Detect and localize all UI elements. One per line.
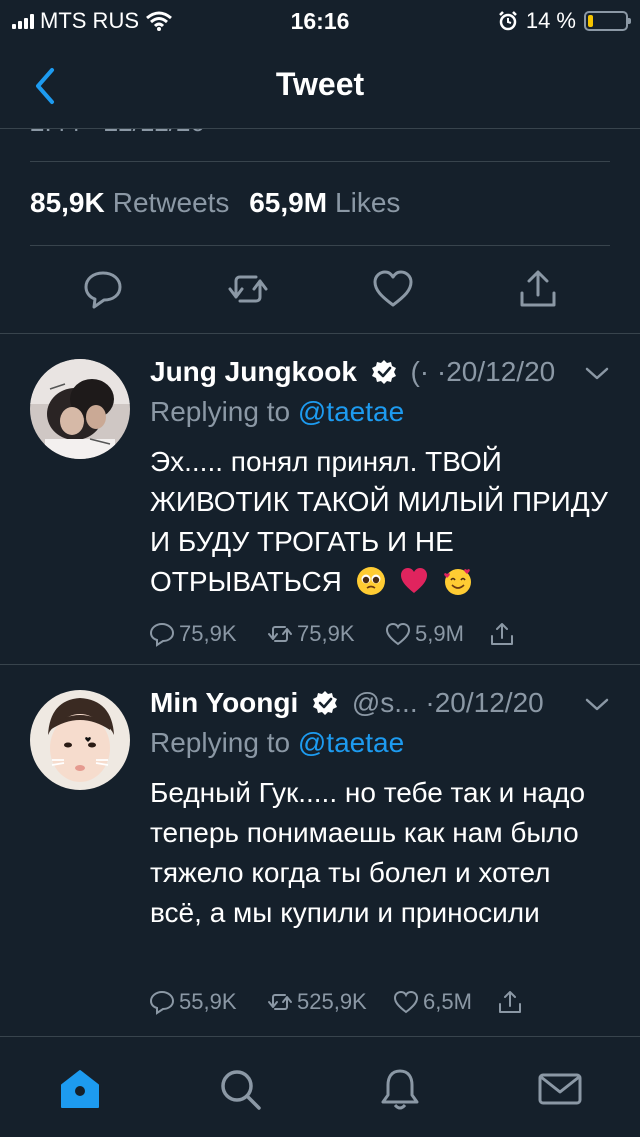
verified-icon — [313, 691, 338, 715]
replying-to-link[interactable]: @taetae — [298, 727, 404, 758]
retweet-button[interactable]: 525,9K — [266, 988, 392, 1016]
like-icon — [385, 622, 411, 646]
tab-bar — [0, 1036, 640, 1137]
like-count: 6,5M — [423, 989, 472, 1014]
smiling-face-with-hearts-emoji — [444, 569, 472, 595]
tweet-text: Бедный Гук..... но тебе так и надо тепер… — [150, 773, 610, 933]
tweet-detail: 2:44 · 22/12/20 85,9K Retweets 65,9M Likes — [0, 129, 640, 1036]
replying-to: Replying to @taetae — [150, 727, 404, 759]
reply-icon — [149, 990, 175, 1015]
tweet-stats: 85,9K Retweets 65,9M Likes — [30, 187, 412, 219]
share-button[interactable] — [488, 620, 516, 648]
retweet-icon — [268, 626, 292, 642]
like-button[interactable]: 6,5M — [392, 988, 496, 1016]
share-button[interactable] — [496, 988, 524, 1016]
avatar[interactable] — [30, 690, 130, 790]
tweet-date: ·20/12/20 — [425, 687, 544, 718]
chevron-down-icon[interactable] — [584, 366, 610, 382]
home-icon[interactable] — [56, 1065, 104, 1113]
tweet-text-content: Бедный Гук..... но тебе так и надо тепер… — [150, 777, 586, 928]
status-bar: MTS RUS 16:16 14 % — [0, 0, 640, 40]
likes-label[interactable]: Likes — [335, 187, 400, 218]
author-name[interactable]: Min Yoongi — [150, 687, 298, 718]
tweet-actions — [0, 267, 640, 315]
author-name[interactable]: Jung Jungkook — [150, 356, 357, 387]
reply-icon — [149, 622, 175, 647]
retweet-count: 75,9K — [297, 621, 355, 646]
notifications-icon[interactable] — [376, 1065, 424, 1113]
like-button[interactable]: 5,9M — [384, 620, 488, 648]
retweets-label[interactable]: Retweets — [113, 187, 230, 218]
search-icon[interactable] — [216, 1065, 264, 1113]
retweet-button[interactable]: 75,9K — [266, 620, 384, 648]
share-icon[interactable] — [516, 267, 560, 311]
red-heart-emoji — [401, 568, 428, 593]
chevron-down-icon[interactable] — [584, 697, 610, 713]
reply-tweet[interactable]: Min Yoongi @s... ·20/12/20 Replying to @… — [0, 665, 640, 1035]
verified-icon — [371, 360, 396, 384]
author-handle[interactable]: @s... — [352, 687, 418, 718]
retweet-icon — [268, 994, 292, 1010]
replying-to-prefix: Replying to — [150, 396, 291, 427]
divider — [30, 245, 610, 246]
tweet-header: Jung Jungkook (· ·20/12/20 — [150, 356, 555, 388]
likes-count[interactable]: 65,9M — [249, 187, 327, 218]
reply-count: 75,9K — [179, 621, 237, 646]
page-title: Tweet — [275, 66, 365, 102]
tweet-text: Эх..... понял принял. ТВОЙ ЖИВОТИК ТАКОЙ… — [150, 442, 610, 602]
like-count: 5,9M — [415, 621, 464, 646]
reply-actions: 55,9K 525,9K 6,5M — [148, 987, 618, 1017]
replying-to: Replying to @taetae — [150, 396, 404, 428]
retweet-count: 525,9K — [297, 989, 367, 1014]
tweet-header: Min Yoongi @s... ·20/12/20 — [150, 687, 544, 719]
reply-button[interactable]: 75,9K — [148, 620, 266, 648]
battery-percent: 14 % — [525, 8, 576, 33]
messages-icon[interactable] — [536, 1065, 584, 1113]
pleading-face-emoji — [356, 567, 385, 595]
share-icon — [491, 623, 513, 645]
divider — [30, 161, 610, 162]
retweet-icon[interactable] — [226, 267, 270, 311]
reply-tweet[interactable]: Jung Jungkook (· ·20/12/20 Replying to @… — [0, 334, 640, 664]
reply-count: 55,9K — [179, 989, 237, 1014]
navigation-bar: Tweet — [0, 44, 640, 129]
status-right: 14 % — [498, 8, 631, 34]
battery-icon — [584, 11, 631, 31]
reply-icon[interactable] — [81, 267, 125, 311]
battery-fill — [588, 15, 593, 27]
alarm-icon — [498, 11, 517, 31]
reply-actions: 75,9K 75,9K 5,9M — [148, 619, 618, 649]
replying-to-prefix: Replying to — [150, 727, 291, 758]
like-icon — [393, 990, 419, 1014]
like-icon[interactable] — [371, 267, 415, 311]
avatar[interactable] — [30, 359, 130, 459]
tweet-date: ·20/12/20 — [436, 356, 556, 387]
retweets-count[interactable]: 85,9K — [30, 187, 105, 218]
tweet-date: 2:44 · 22/12/20 — [30, 129, 205, 138]
reply-button[interactable]: 55,9K — [148, 988, 266, 1016]
replying-to-link[interactable]: @taetae — [298, 396, 404, 427]
author-handle[interactable]: (· — [410, 356, 429, 387]
share-icon — [499, 991, 521, 1013]
